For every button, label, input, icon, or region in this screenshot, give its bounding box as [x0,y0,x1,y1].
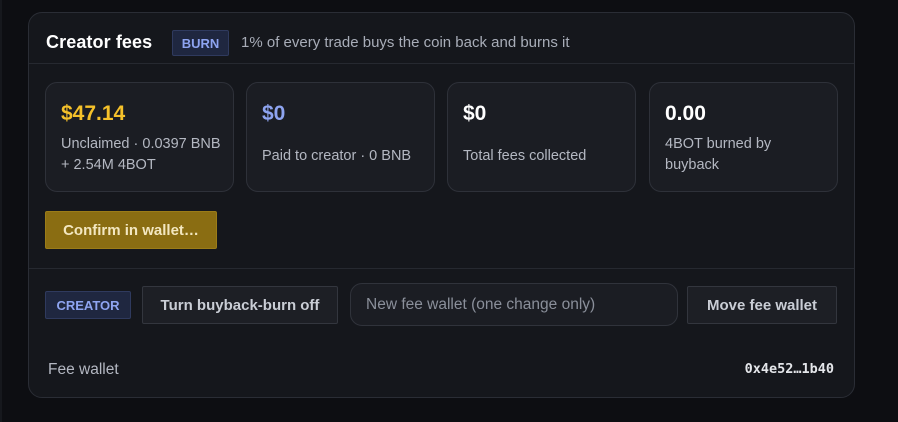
card-title: Creator fees [46,32,153,52]
card-header: Creator fees BURN 1% of every trade buys… [29,13,854,64]
scroll-edge [0,0,2,422]
stat-value: 0.00 [665,102,706,125]
creator-fees-card: Creator fees BURN 1% of every trade buys… [28,12,855,398]
toggle-buyback-burn-button[interactable]: Turn buyback-burn off [142,286,338,324]
fee-wallet-label: Fee wallet [48,361,119,378]
move-fee-wallet-button[interactable]: Move fee wallet [687,286,837,324]
stat-label: Total fees collected [463,148,587,164]
card-subtitle: 1% of every trade buys the coin back and… [241,34,570,51]
stat-value: $47.14 [61,102,126,125]
confirm-in-wallet-button[interactable]: Confirm in wallet… [45,211,217,249]
creator-badge: CREATOR [45,291,131,319]
stat-value: $0 [463,102,487,125]
burn-badge: BURN [172,30,229,56]
stat-value: $0 [262,102,286,125]
stat-burned: 0.00 4BOT burned by buyback [649,82,838,192]
stat-label: 4BOT burned by buyback [665,136,772,173]
stat-label: Paid to creator · 0 BNB [262,148,412,164]
stat-total-fees: $0 Total fees collected [447,82,636,192]
stat-label: Unclaimed · 0.0397 BNB + 2.54M 4BOT [61,136,221,173]
stat-paid-to-creator: $0 Paid to creator · 0 BNB [246,82,435,192]
stat-unclaimed: $47.14 Unclaimed · 0.0397 BNB + 2.54M 4B… [45,82,234,192]
new-fee-wallet-input[interactable] [350,283,678,326]
section-divider [29,268,854,269]
fee-wallet-address: 0x4e52…1b40 [744,361,834,377]
